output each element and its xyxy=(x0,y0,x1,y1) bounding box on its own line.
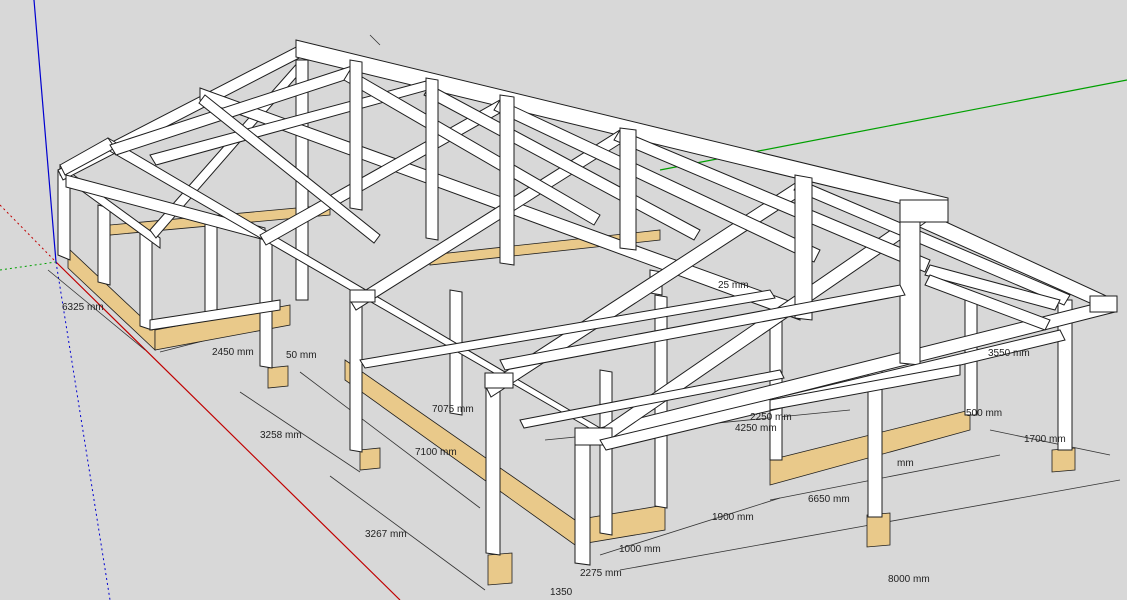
green-axis-dotted xyxy=(0,261,57,271)
dim-label: 7100 mm xyxy=(415,447,457,458)
timber-frame xyxy=(57,39,1118,566)
dim-label: 1900 mm xyxy=(712,512,754,523)
dim-label: 3550 mm xyxy=(988,348,1030,359)
red-axis-dotted xyxy=(0,204,57,263)
blue-axis xyxy=(33,0,57,263)
dim-label: 1350 xyxy=(550,587,573,598)
dim-label: 8000 mm xyxy=(888,574,930,585)
dim-label: 2250 mm xyxy=(750,412,792,423)
dim-label: 25 mm xyxy=(718,280,749,291)
dim-label: 3258 mm xyxy=(260,430,302,441)
dim-label: 6325 mm xyxy=(62,302,104,313)
dim-label: 3267 mm xyxy=(365,529,407,540)
dim-label: 6650 mm xyxy=(808,494,850,505)
model-viewport[interactable]: 6325 mm 2450 mm 50 mm 3258 mm 7075 mm 71… xyxy=(0,0,1127,600)
dim-label: 50 mm xyxy=(286,350,317,361)
timber-frame-model: 6325 mm 2450 mm 50 mm 3258 mm 7075 mm 71… xyxy=(0,0,1127,600)
dim-label: 500 mm xyxy=(966,408,1002,419)
model-axes xyxy=(0,0,1127,600)
dim-label: 7075 mm xyxy=(432,404,474,415)
dim-label: 2450 mm xyxy=(212,347,254,358)
dim-label: 2275 mm xyxy=(580,568,622,579)
dim-label: 1700 mm xyxy=(1024,434,1066,445)
dim-label: 4250 mm xyxy=(735,423,777,434)
dim-label: 1000 mm xyxy=(619,544,661,555)
dim-label: mm xyxy=(897,458,914,469)
